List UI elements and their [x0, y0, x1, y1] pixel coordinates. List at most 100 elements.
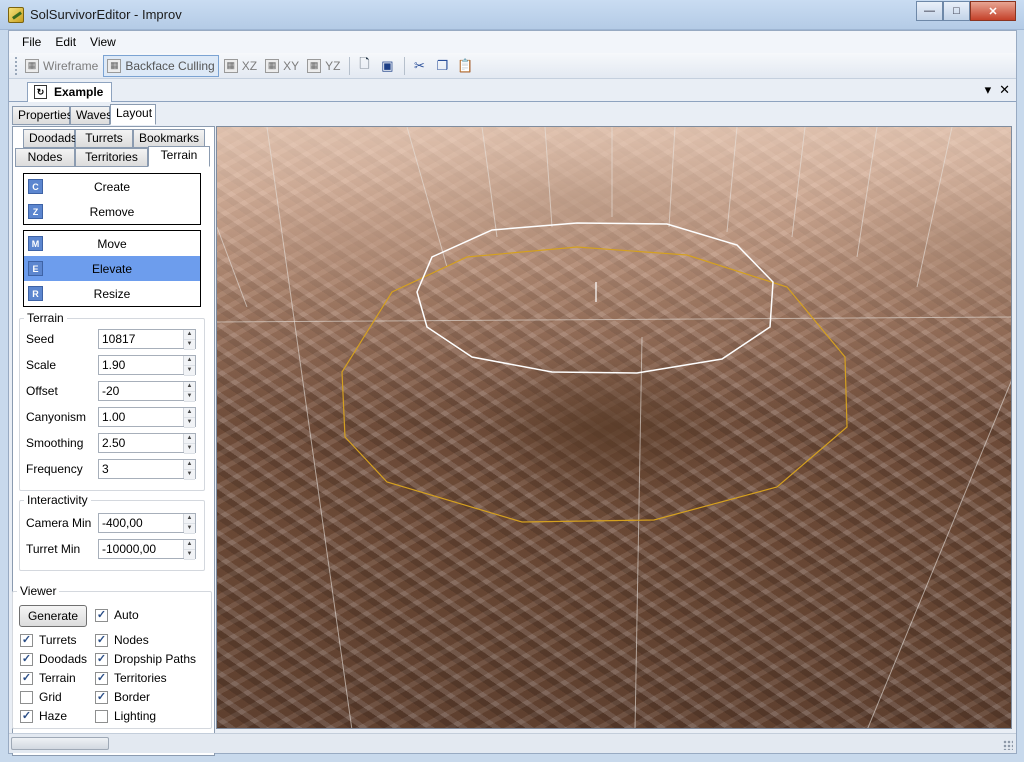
camera-min-value[interactable]: -400,00 [99, 514, 183, 532]
minimize-button[interactable]: — [916, 1, 943, 21]
offset-value[interactable]: -20 [99, 382, 183, 400]
terrain-viewport[interactable] [216, 126, 1012, 729]
tab-nodes[interactable]: Nodes [15, 148, 75, 167]
checkbox-territories[interactable]: ✓ [95, 671, 108, 685]
checkbox-haze[interactable]: ✓ [20, 709, 33, 723]
tab-terrain[interactable]: Terrain [148, 146, 210, 167]
menu-edit[interactable]: Edit [48, 35, 83, 49]
offset-stepper[interactable]: -20 ▲ ▼ [98, 381, 196, 402]
spin-down-icon[interactable]: ▼ [184, 392, 195, 402]
haze-checkbox[interactable]: ✓ Haze [20, 709, 67, 723]
lighting-checkbox[interactable]: Lighting [95, 709, 156, 723]
xz-view-button[interactable]: ▦ XZ [221, 55, 260, 77]
tab-turrets[interactable]: Turrets [75, 129, 133, 148]
spin-up-icon[interactable]: ▲ [184, 408, 195, 418]
checkbox-terrain[interactable]: ✓ [20, 671, 33, 685]
create-button[interactable]: C Create [24, 174, 200, 199]
create-label: Create [93, 179, 131, 194]
key-badge: C [28, 179, 43, 194]
copy-icon[interactable]: ❐ [432, 56, 452, 76]
terrain-checkbox[interactable]: ✓ Terrain [20, 671, 76, 685]
key-badge: Z [28, 204, 43, 219]
turrets-checkbox[interactable]: ✓ Turrets [20, 633, 77, 647]
viewport-overlay [217, 127, 1011, 728]
turret-min-label: Turret Min [26, 542, 81, 556]
nodes-checkbox[interactable]: ✓ Nodes [95, 633, 149, 647]
canyonism-value[interactable]: 1.00 [99, 408, 183, 426]
checkbox-grid[interactable] [20, 690, 33, 704]
checkbox-nodes[interactable]: ✓ [95, 633, 108, 647]
terrain-group: Terrain Seed 10817 ▲ ▼ Scale 1.90 ▲ ▼ Of… [19, 311, 205, 491]
checkbox-doodads[interactable]: ✓ [20, 652, 33, 666]
auto-checkbox[interactable]: ✓ Auto [95, 608, 139, 622]
interactivity-legend: Interactivity [27, 493, 88, 507]
save-icon[interactable]: ▣ [377, 56, 397, 76]
spin-down-icon[interactable]: ▼ [184, 444, 195, 454]
border-checkbox[interactable]: ✓ Border [95, 690, 150, 704]
spin-up-icon[interactable]: ▲ [184, 540, 195, 550]
smoothing-stepper[interactable]: 2.50 ▲ ▼ [98, 433, 196, 454]
maximize-button[interactable]: □ [943, 1, 970, 21]
yz-view-button[interactable]: ▦ YZ [304, 55, 343, 77]
spin-up-icon[interactable]: ▲ [184, 330, 195, 340]
spin-up-icon[interactable]: ▲ [184, 434, 195, 444]
smoothing-value[interactable]: 2.50 [99, 434, 183, 452]
spin-down-icon[interactable]: ▼ [184, 550, 195, 560]
move-button[interactable]: M Move [24, 231, 200, 256]
menu-view[interactable]: View [83, 35, 123, 49]
grid-checkbox[interactable]: Grid [20, 690, 62, 704]
scale-value[interactable]: 1.90 [99, 356, 183, 374]
doodads-checkbox[interactable]: ✓ Doodads [20, 652, 87, 666]
doodads-label: Doodads [39, 652, 88, 666]
wireframe-button[interactable]: ▦ Wireframe [22, 55, 101, 77]
spin-up-icon[interactable]: ▲ [184, 382, 195, 392]
xy-view-button[interactable]: ▦ XY [262, 55, 302, 77]
frequency-value[interactable]: 3 [99, 460, 183, 478]
turret-min-stepper[interactable]: -10000,00 ▲ ▼ [98, 539, 196, 560]
paste-icon[interactable]: 📋 [455, 56, 475, 76]
menu-file[interactable]: File [15, 35, 48, 49]
elevate-button[interactable]: E Elevate [24, 256, 200, 281]
remove-button[interactable]: Z Remove [24, 199, 200, 224]
close-button[interactable]: ✕ [970, 1, 1016, 21]
document-tab[interactable]: ↻ Example [27, 82, 113, 102]
turret-min-value[interactable]: -10000,00 [99, 540, 183, 558]
new-document-icon[interactable]: 🗋 [354, 56, 374, 76]
checkbox-lighting[interactable] [95, 709, 108, 723]
haze-label: Haze [39, 709, 68, 723]
tab-doodads[interactable]: Doodads [23, 129, 77, 148]
resize-grip-icon[interactable] [1003, 740, 1013, 750]
camera-min-stepper[interactable]: -400,00 ▲ ▼ [98, 513, 196, 534]
backface-culling-button[interactable]: ▦ Backface Culling [103, 54, 219, 77]
frequency-label: Frequency [26, 462, 83, 476]
document-dropdown-icon[interactable]: ▾ [985, 82, 992, 98]
spin-down-icon[interactable]: ▼ [184, 524, 195, 534]
toolbar-grip[interactable] [15, 56, 18, 75]
scale-stepper[interactable]: 1.90 ▲ ▼ [98, 355, 196, 376]
terrain-legend: Terrain [27, 311, 64, 325]
cut-icon[interactable]: ✂ [409, 56, 429, 76]
document-close-icon[interactable]: ✕ [999, 82, 1010, 98]
territories-checkbox[interactable]: ✓ Territories [95, 671, 167, 685]
canyonism-stepper[interactable]: 1.00 ▲ ▼ [98, 407, 196, 428]
spin-up-icon[interactable]: ▲ [184, 514, 195, 524]
spin-down-icon[interactable]: ▼ [184, 366, 195, 376]
checkbox-dropship-paths[interactable]: ✓ [95, 652, 108, 666]
seed-stepper[interactable]: 10817 ▲ ▼ [98, 329, 196, 350]
checkbox-turrets[interactable]: ✓ [20, 633, 33, 647]
spin-down-icon[interactable]: ▼ [184, 418, 195, 428]
frequency-stepper[interactable]: 3 ▲ ▼ [98, 459, 196, 480]
spin-up-icon[interactable]: ▲ [184, 460, 195, 470]
dropship-paths-checkbox[interactable]: ✓ Dropship Paths [95, 652, 196, 666]
toolbar: ▦ Wireframe ▦ Backface Culling ▦ XZ ▦ XY… [9, 53, 1016, 79]
checkbox-auto[interactable]: ✓ [95, 608, 108, 622]
spin-up-icon[interactable]: ▲ [184, 356, 195, 366]
generate-button[interactable]: Generate [19, 605, 87, 627]
spin-down-icon[interactable]: ▼ [184, 470, 195, 480]
seed-value[interactable]: 10817 [99, 330, 183, 348]
spin-down-icon[interactable]: ▼ [184, 340, 195, 350]
dropship-paths-label: Dropship Paths [114, 652, 197, 666]
checkbox-border[interactable]: ✓ [95, 690, 108, 704]
tab-territories[interactable]: Territories [75, 148, 148, 167]
resize-button[interactable]: R Resize [24, 281, 200, 306]
